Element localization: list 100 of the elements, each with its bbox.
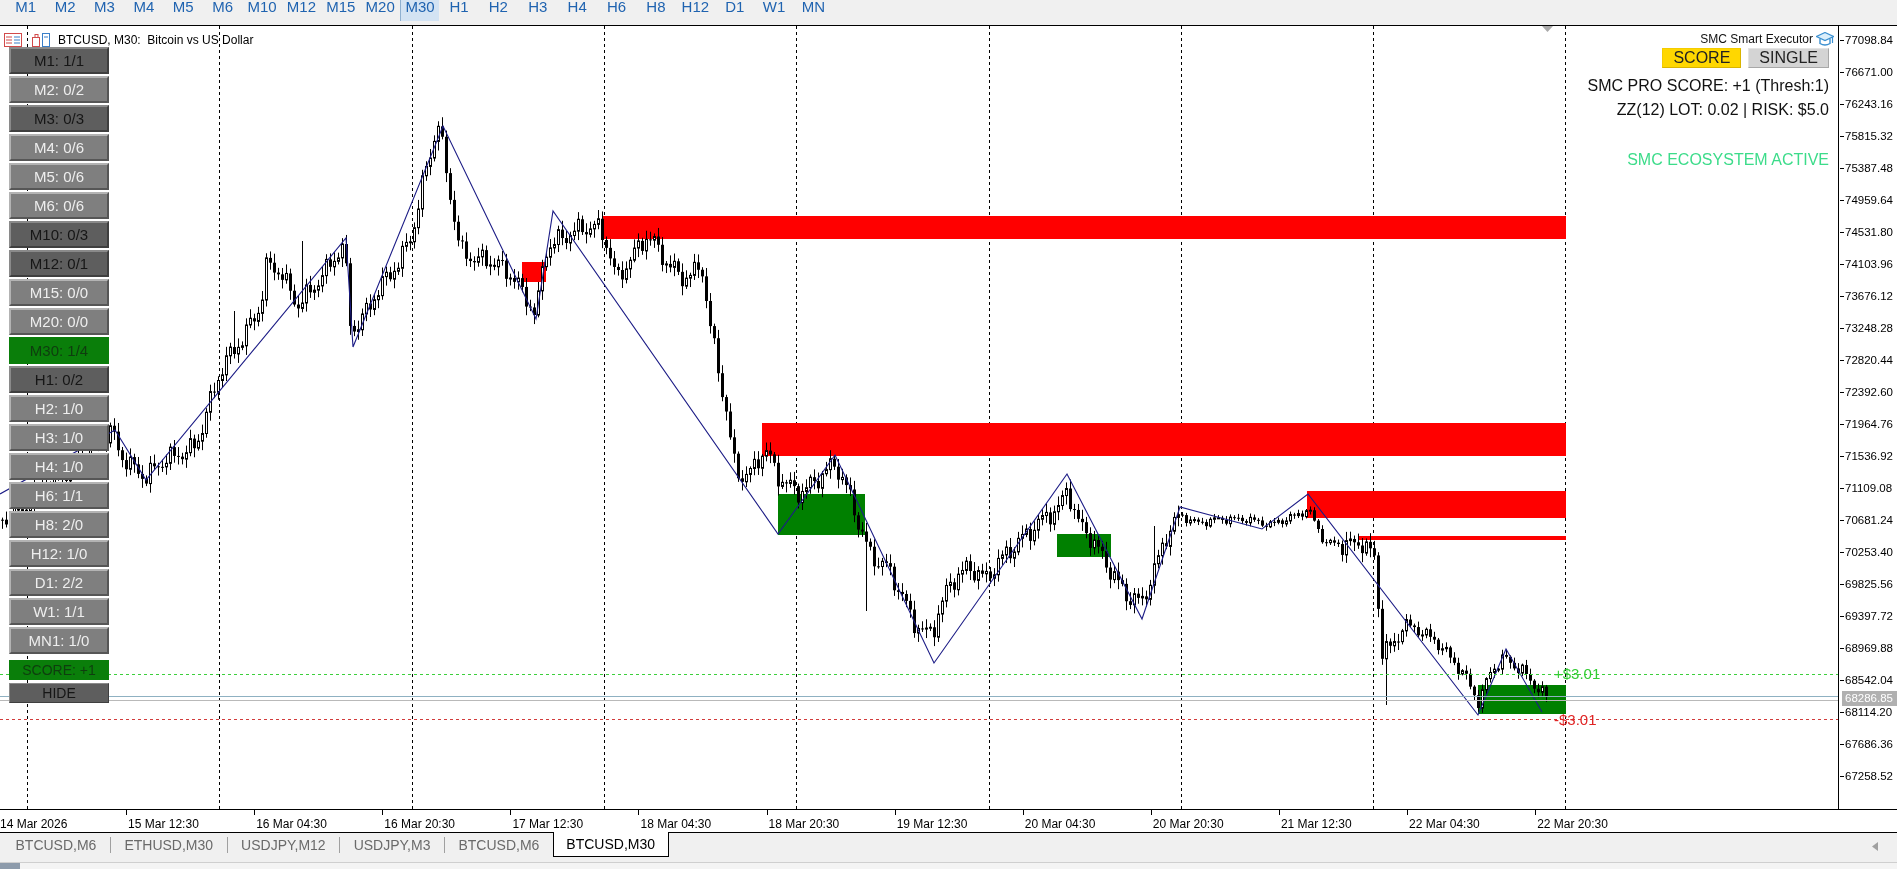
timeframe-signal-button[interactable]: MN1: 1/0 [9, 627, 109, 654]
timeframe-button[interactable]: M3 [84, 0, 125, 21]
price-label: 69397.72 [1845, 610, 1893, 624]
triangle-marker-icon[interactable] [1542, 26, 1553, 32]
time-label: 18 Mar 04:30 [640, 817, 712, 831]
stop-loss-label: -$3.01 [1554, 711, 1597, 729]
timeframe-button[interactable]: M1 [6, 0, 46, 21]
chart-tab[interactable]: USDJPY,M3 [340, 833, 444, 857]
hide-button[interactable]: HIDE [9, 683, 109, 703]
timeframe-signal-button[interactable]: H12: 1/0 [9, 540, 109, 567]
timeframe-signal-button[interactable]: H4: 1/0 [9, 453, 109, 480]
chart-tab[interactable]: ETHUSD,M30 [110, 833, 227, 857]
time-label: 14 Mar 2026 [0, 817, 68, 831]
time-label: 21 Mar 12:30 [1280, 817, 1352, 831]
graduation-cap-icon [1816, 32, 1834, 47]
timeframe-button[interactable]: M20 [360, 0, 400, 21]
timeframe-signal-button[interactable]: M12: 0/1 [9, 250, 109, 277]
timeframe-signal-button[interactable]: D1: 2/2 [9, 569, 109, 596]
time-label: 16 Mar 20:30 [384, 817, 455, 831]
timeframe-button[interactable]: H4 [557, 0, 597, 21]
price-label: 67258.52 [1845, 770, 1893, 784]
price-label: 71536.92 [1845, 449, 1893, 463]
price-label: 74103.96 [1845, 257, 1893, 271]
time-label: 22 Mar 20:30 [1537, 817, 1608, 831]
timeframe-button[interactable]: H12 [675, 0, 716, 21]
price-label: 76243.16 [1845, 97, 1893, 111]
take-profit-label: +$3.01 [1554, 665, 1601, 683]
price-label: 75387.48 [1845, 161, 1893, 175]
status-text: SMC ECOSYSTEM ACTIVE [1627, 150, 1829, 170]
list-icon[interactable] [4, 33, 22, 47]
chart-title: BTCUSD, M30: Bitcoin vs US Dollar [58, 33, 254, 47]
price-label: 70253.40 [1845, 546, 1893, 559]
timeframe-signal-button[interactable]: M4: 0/6 [9, 134, 109, 161]
price-label: 69825.56 [1845, 578, 1893, 592]
timeframe-button[interactable]: H1 [439, 0, 479, 21]
timeframe-button[interactable]: MN [793, 0, 834, 21]
timeframe-button[interactable]: M6 [202, 0, 243, 21]
chart-tab[interactable]: USDJPY,M12 [227, 833, 340, 857]
time-label: 17 Mar 12:30 [512, 817, 584, 831]
timeframe-button[interactable]: H3 [518, 0, 558, 21]
timeframe-button[interactable]: M15 [321, 0, 361, 21]
timeframe-signal-button[interactable]: M6: 0/6 [9, 192, 109, 219]
price-label: 73248.28 [1845, 321, 1893, 335]
price-label: 75815.32 [1845, 129, 1893, 143]
time-label: 19 Mar 12:30 [896, 817, 968, 831]
bar-chart-icon[interactable] [32, 33, 50, 47]
timeframe-signal-button[interactable]: H6: 1/1 [9, 482, 109, 509]
timeframe-signal-button[interactable]: W1: 1/1 [9, 598, 109, 625]
time-label: 15 Mar 12:30 [128, 817, 199, 831]
timeframe-signal-button[interactable]: H2: 1/0 [9, 395, 109, 422]
price-label: 68969.88 [1845, 642, 1893, 656]
timeframe-button[interactable]: D1 [715, 0, 755, 21]
price-label: 68114.20 [1845, 706, 1893, 720]
price-label: 72392.60 [1845, 385, 1893, 399]
price-label: 74959.64 [1845, 193, 1893, 207]
time-label: 16 Mar 04:30 [256, 817, 327, 831]
time-label: 20 Mar 20:30 [1152, 817, 1224, 831]
timeframe-signal-button[interactable]: M10: 0/3 [9, 221, 109, 248]
price-label: 72820.44 [1845, 353, 1893, 367]
chart-tab[interactable]: BTCUSD,M6 [444, 833, 553, 857]
mode-button[interactable]: SINGLE [1748, 48, 1829, 68]
timeframe-button[interactable]: W1 [754, 0, 794, 21]
timeframe-signal-button[interactable]: M1: 1/1 [9, 47, 109, 74]
price-label: 74531.80 [1845, 225, 1893, 239]
timeframe-signal-button[interactable]: M2: 0/2 [9, 76, 109, 103]
timeframe-button[interactable]: M2 [45, 0, 85, 21]
timeframe-button[interactable]: H2 [478, 0, 519, 21]
price-label: 68542.04 [1845, 674, 1893, 688]
timeframe-button[interactable]: M30 [399, 0, 440, 21]
timeframe-signal-button[interactable]: M5: 0/6 [9, 163, 109, 190]
mode-button[interactable]: SCORE [1662, 48, 1742, 68]
time-label: 20 Mar 04:30 [1024, 817, 1096, 831]
chart-tab[interactable]: BTCUSD,M6 [2, 833, 110, 857]
timeframe-signal-button[interactable]: M20: 0/0 [9, 308, 109, 335]
timeframe-signal-button[interactable]: H8: 2/0 [9, 511, 109, 538]
executor-title: SMC Smart Executor [1700, 32, 1813, 47]
time-label: 22 Mar 04:30 [1409, 817, 1480, 831]
price-label: 67686.36 [1845, 738, 1893, 752]
chart-tab[interactable]: BTCUSD,M30 [552, 832, 669, 857]
timeframe-signal-button[interactable]: H3: 1/0 [9, 424, 109, 451]
timeframe-button[interactable]: M4 [124, 0, 164, 21]
price-label: 70681.24 [1845, 514, 1893, 527]
price-label: 76671.00 [1845, 65, 1893, 79]
price-label: 73676.12 [1845, 289, 1893, 303]
timeframe-button[interactable]: H8 [636, 0, 676, 21]
price-label: 77098.84 [1845, 33, 1893, 47]
time-label: 18 Mar 20:30 [768, 817, 840, 831]
scrollbar-thumb[interactable] [0, 863, 20, 869]
score-text: SMC PRO SCORE: +1 (Thresh:1) [1587, 76, 1829, 96]
timeframe-button[interactable]: M5 [163, 0, 203, 21]
timeframe-button[interactable]: H6 [596, 0, 637, 21]
scroll-left-icon[interactable] [1872, 842, 1878, 851]
timeframe-signal-button[interactable]: M3: 0/3 [9, 105, 109, 132]
timeframe-button[interactable]: M10 [242, 0, 282, 21]
current-price-label: 68286.85 [1842, 691, 1897, 706]
risk-text: ZZ(12) LOT: 0.02 | RISK: $5.0 [1616, 100, 1829, 120]
timeframe-button[interactable]: M12 [281, 0, 322, 21]
timeframe-signal-button[interactable]: M15: 0/0 [9, 279, 109, 306]
timeframe-signal-button[interactable]: H1: 0/2 [9, 366, 109, 393]
price-label: 71109.08 [1845, 481, 1893, 495]
